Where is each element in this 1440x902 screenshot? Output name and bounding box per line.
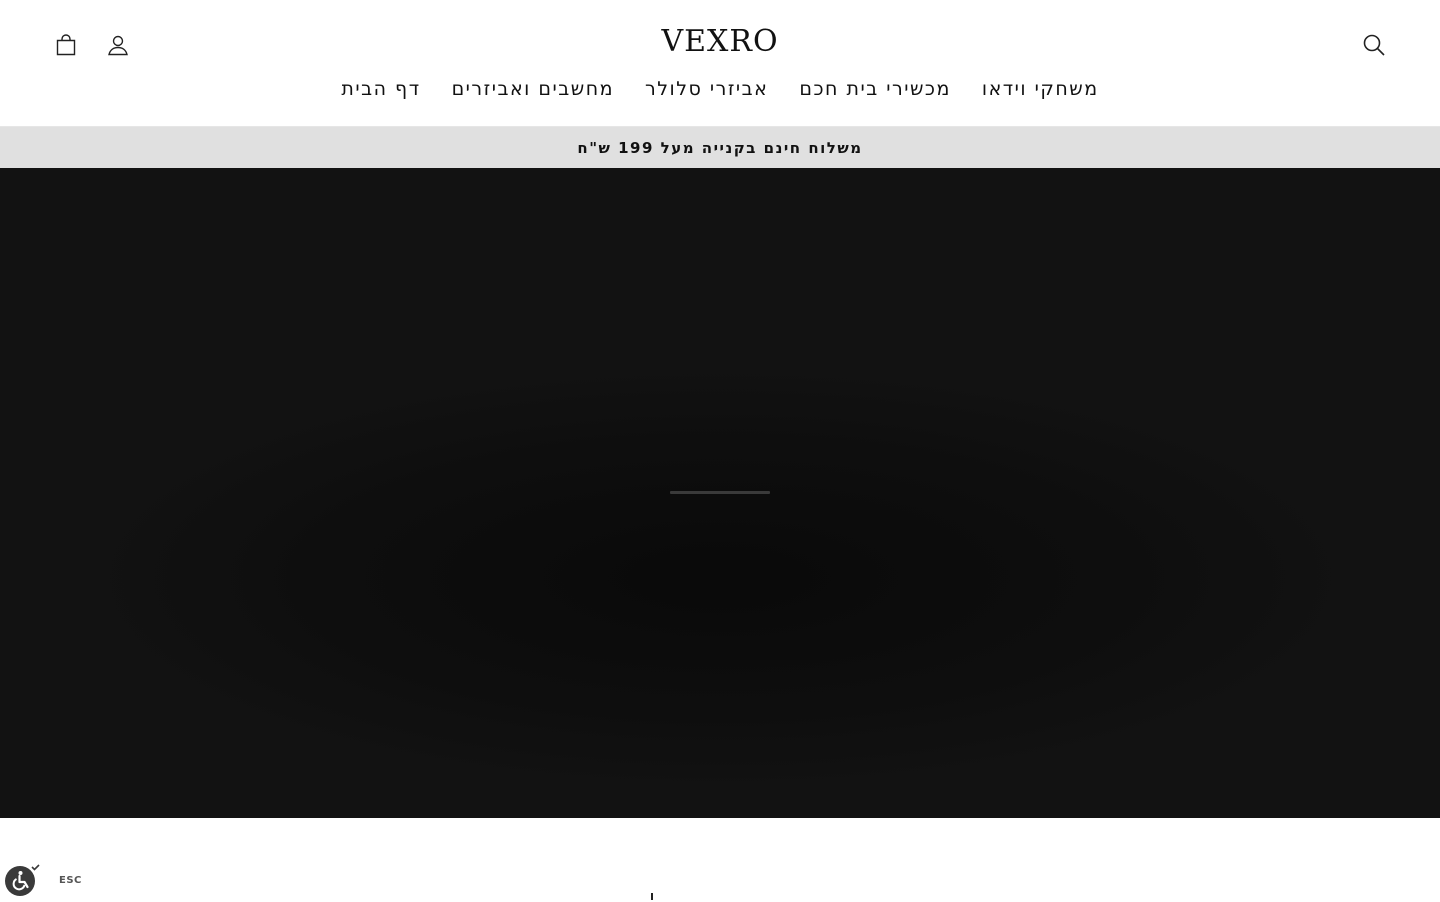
nav-item-smart-home[interactable]: מכשירי בית חכם: [799, 78, 951, 100]
esc-label[interactable]: ESC: [59, 875, 82, 886]
content-edge-marker: [651, 893, 653, 900]
nav-item-home[interactable]: דף הבית: [341, 78, 420, 100]
account-button[interactable]: [104, 31, 132, 59]
site-logo[interactable]: VEXRO: [520, 24, 920, 59]
cart-button[interactable]: [52, 31, 80, 59]
content-section: [0, 818, 1440, 900]
nav-item-computers[interactable]: מחשבים ואביזרים: [452, 78, 614, 100]
hero-background: [90, 368, 1350, 788]
loading-bar: [670, 491, 770, 494]
site-header: VEXRO דף הבית מחשבים ואביזרים אביזרי סלו…: [0, 0, 1440, 127]
announcement-bar: משלוח חינם בקנייה מעל 199 ש"ח: [0, 127, 1440, 168]
announcement-text: משלוח חינם בקנייה מעל 199 ש"ח: [577, 138, 863, 157]
search-button[interactable]: [1360, 31, 1388, 59]
accessibility-button[interactable]: [4, 862, 40, 898]
user-icon: [108, 35, 128, 56]
hero-banner: [0, 168, 1440, 818]
search-icon: [1363, 34, 1385, 56]
accessibility-icon: [5, 864, 40, 896]
nav-item-mobile-accessories[interactable]: אביזרי סלולר: [645, 78, 768, 100]
nav-item-video-games[interactable]: משחקי וידאו: [982, 78, 1099, 100]
shopping-bag-icon: [56, 34, 76, 56]
main-nav: דף הבית מחשבים ואביזרים אביזרי סלולר מכש…: [0, 74, 1440, 104]
